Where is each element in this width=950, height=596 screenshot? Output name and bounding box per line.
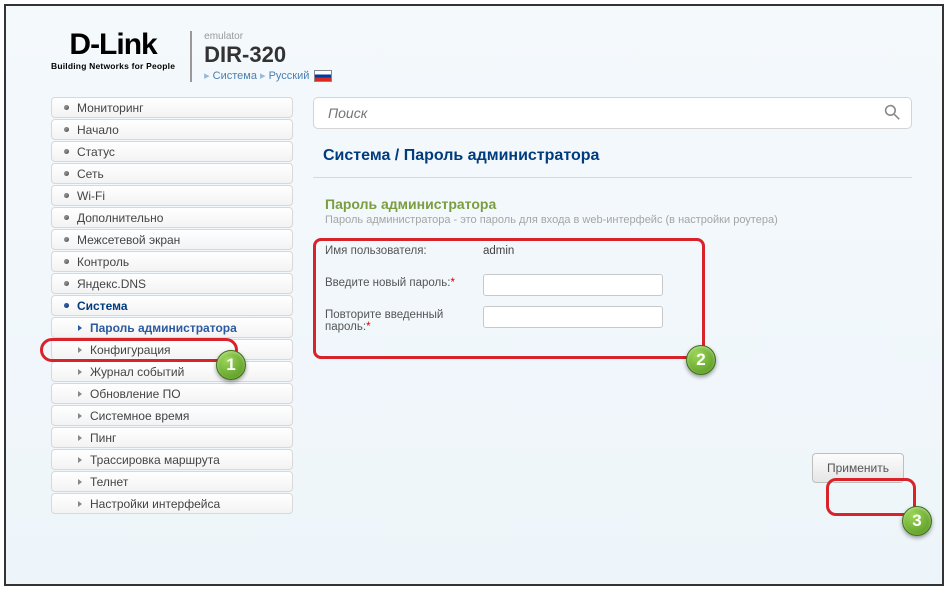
apply-button[interactable]: Применить: [812, 453, 904, 483]
sidebar-item-label: Пароль администратора: [90, 321, 237, 335]
chevron-right-icon: [78, 501, 82, 507]
chevron-right-icon: [78, 347, 82, 353]
footer-actions: Применить: [313, 441, 912, 503]
search-icon[interactable]: [884, 104, 900, 120]
sidebar-item-label: Настройки интерфейса: [90, 497, 220, 511]
header: D-Link Building Networks for People emul…: [6, 6, 942, 97]
bullet-icon: [64, 215, 69, 220]
section-title: Пароль администратора: [313, 196, 912, 212]
section-description: Пароль администратора - это пароль для в…: [313, 214, 912, 226]
bullet-icon: [64, 193, 69, 198]
username-label: Имя пользователя:: [325, 242, 483, 257]
sidebar-item-label: Журнал событий: [90, 365, 184, 379]
new-password-input[interactable]: [483, 274, 663, 296]
sidebar-item-label: Межсетевой экран: [77, 233, 180, 247]
breadcrumb-part2: Пароль администратора: [404, 147, 600, 164]
sidebar-item-status[interactable]: Статус: [51, 141, 293, 162]
sidebar-sub-firmware-update[interactable]: Обновление ПО: [51, 383, 293, 404]
page-breadcrumb: Система / Пароль администратора: [313, 147, 912, 165]
row-username: Имя пользователя: admin: [325, 242, 912, 264]
breadcrumb-part1[interactable]: Система: [323, 147, 390, 164]
divider: [313, 177, 912, 178]
sidebar-item-control[interactable]: Контроль: [51, 251, 293, 272]
sidebar-item-label: Дополнительно: [77, 211, 163, 225]
sidebar-item-system[interactable]: Система: [51, 295, 293, 316]
required-mark: *: [450, 277, 454, 289]
sidebar-item-label: Конфигурация: [90, 343, 171, 357]
chevron-right-icon: ▸: [204, 70, 210, 82]
sidebar-item-monitoring[interactable]: Мониторинг: [51, 97, 293, 118]
sidebar-item-label: Мониторинг: [77, 101, 144, 115]
header-breadcrumb: ▸Система ▸Русский: [204, 69, 332, 82]
content: Система / Пароль администратора Пароль а…: [313, 97, 912, 515]
logo: D-Link Building Networks for People: [51, 31, 175, 71]
sidebar-sub-traceroute[interactable]: Трассировка маршрута: [51, 449, 293, 470]
logo-tagline: Building Networks for People: [51, 61, 175, 71]
sidebar-item-label: Яндекс.DNS: [77, 277, 146, 291]
sidebar-item-label: Обновление ПО: [90, 387, 181, 401]
sidebar-item-start[interactable]: Начало: [51, 119, 293, 140]
bullet-icon: [64, 281, 69, 286]
chevron-right-icon: [78, 435, 82, 441]
model-info: emulator DIR-320 ▸Система ▸Русский: [190, 31, 332, 82]
sidebar-item-yandex-dns[interactable]: Яндекс.DNS: [51, 273, 293, 294]
search-bar: [313, 97, 912, 129]
bullet-icon: [64, 149, 69, 154]
sidebar-sub-event-log[interactable]: Журнал событий: [51, 361, 293, 382]
bullet-icon: [64, 127, 69, 132]
sidebar-sub-ping[interactable]: Пинг: [51, 427, 293, 448]
sidebar-item-label: Трассировка маршрута: [90, 453, 220, 467]
sidebar-item-firewall[interactable]: Межсетевой экран: [51, 229, 293, 250]
search-input[interactable]: [313, 97, 912, 129]
sidebar-item-label: Wi-Fi: [77, 189, 105, 203]
bullet-icon: [64, 105, 69, 110]
sidebar-item-label: Начало: [77, 123, 119, 137]
sidebar-item-label: Сеть: [77, 167, 104, 181]
sidebar-sub-ui-settings[interactable]: Настройки интерфейса: [51, 493, 293, 514]
chevron-right-icon: ▸: [260, 70, 266, 82]
bc-language[interactable]: Русский: [269, 70, 310, 82]
flag-ru-icon: [314, 70, 332, 82]
confirm-password-label: Повторите введенный пароль:*: [325, 306, 483, 333]
chevron-right-icon: [78, 391, 82, 397]
sidebar-sub-telnet[interactable]: Телнет: [51, 471, 293, 492]
sidebar-item-label: Системное время: [90, 409, 189, 423]
bullet-icon: [64, 259, 69, 264]
sidebar-sub-config[interactable]: Конфигурация: [51, 339, 293, 360]
chevron-right-icon: [78, 369, 82, 375]
confirm-password-input[interactable]: [483, 306, 663, 328]
sidebar: Мониторинг Начало Статус Сеть Wi-Fi Допо…: [51, 97, 293, 515]
password-form: Имя пользователя: admin Введите новый па…: [313, 234, 912, 351]
chevron-right-icon: [78, 457, 82, 463]
sidebar-item-advanced[interactable]: Дополнительно: [51, 207, 293, 228]
sidebar-item-label: Пинг: [90, 431, 116, 445]
bullet-icon: [64, 303, 69, 308]
chevron-right-icon: [78, 325, 82, 331]
sidebar-item-label: Контроль: [77, 255, 129, 269]
sidebar-item-label: Телнет: [90, 475, 128, 489]
row-new-password: Введите новый пароль:*: [325, 274, 912, 296]
row-confirm-password: Повторите введенный пароль:*: [325, 306, 912, 333]
sidebar-item-network[interactable]: Сеть: [51, 163, 293, 184]
bullet-icon: [64, 171, 69, 176]
chevron-right-icon: [78, 479, 82, 485]
sidebar-item-label: Статус: [77, 145, 115, 159]
logo-text: D-Link: [51, 31, 175, 58]
sidebar-sub-admin-password[interactable]: Пароль администратора: [51, 317, 293, 338]
username-value: admin: [483, 242, 514, 257]
sidebar-item-label: Система: [77, 299, 128, 313]
breadcrumb-sep: /: [390, 147, 403, 164]
sidebar-sub-system-time[interactable]: Системное время: [51, 405, 293, 426]
model-name: DIR-320: [204, 44, 332, 66]
emulator-label: emulator: [204, 31, 332, 42]
chevron-right-icon: [78, 413, 82, 419]
new-password-label: Введите новый пароль:*: [325, 274, 483, 289]
sidebar-item-wifi[interactable]: Wi-Fi: [51, 185, 293, 206]
required-mark: *: [366, 321, 370, 333]
bc-section[interactable]: Система: [213, 70, 257, 82]
bullet-icon: [64, 237, 69, 242]
